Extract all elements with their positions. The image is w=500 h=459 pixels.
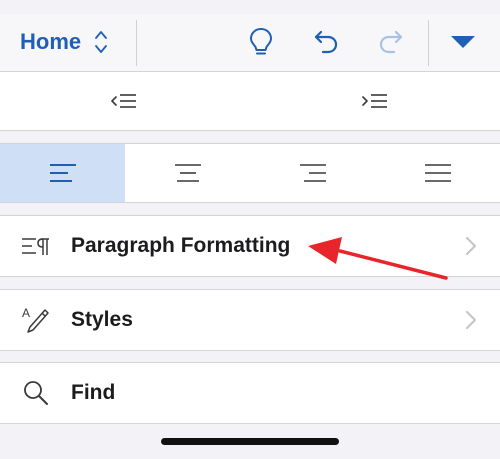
styles-icon: A [20, 304, 52, 336]
decrease-indent-button[interactable] [104, 81, 144, 121]
ribbon-tab-label: Home [20, 29, 82, 54]
justify-button[interactable] [375, 144, 500, 202]
search-icon [20, 377, 52, 409]
document-text-peek [0, 0, 500, 14]
redo-icon [379, 30, 403, 54]
align-left-button[interactable] [0, 144, 125, 202]
align-center-button[interactable] [125, 144, 250, 202]
align-center-icon [174, 164, 201, 182]
home-indicator[interactable] [161, 438, 339, 445]
menu-item-find[interactable]: Find [0, 362, 500, 424]
increase-indent-icon [362, 94, 387, 108]
triangle-down-icon [451, 36, 475, 48]
menu-item-label: Styles [71, 308, 133, 331]
ideas-button[interactable] [241, 22, 281, 62]
menu-item-styles[interactable]: A Styles [0, 289, 500, 351]
align-right-button[interactable] [250, 144, 375, 202]
chevron-right-icon [466, 237, 476, 255]
undo-button[interactable] [306, 22, 346, 62]
paragraph-icon [20, 230, 52, 262]
toolbar-divider [136, 20, 137, 66]
chevron-up-down-icon [95, 29, 108, 55]
redo-button[interactable] [371, 22, 411, 62]
menu-item-label: Paragraph Formatting [71, 234, 291, 257]
ribbon-tab-selector[interactable]: Home [20, 22, 108, 62]
chevron-right-icon [466, 311, 476, 329]
indent-controls [0, 72, 500, 131]
menu-item-label: Find [71, 381, 116, 404]
justify-icon [424, 164, 451, 182]
decrease-indent-icon [111, 94, 136, 108]
red-arrow-annotation [308, 237, 448, 280]
align-right-icon [299, 164, 326, 182]
collapse-ribbon-button[interactable] [443, 22, 483, 62]
undo-icon [314, 30, 338, 54]
toolbar-divider [428, 20, 429, 66]
alignment-controls [0, 143, 500, 203]
increase-indent-button[interactable] [355, 81, 395, 121]
svg-text:A: A [22, 306, 30, 320]
lightbulb-icon [250, 28, 272, 55]
ribbon-toolbar: Home [0, 14, 500, 72]
align-left-icon [49, 164, 76, 182]
